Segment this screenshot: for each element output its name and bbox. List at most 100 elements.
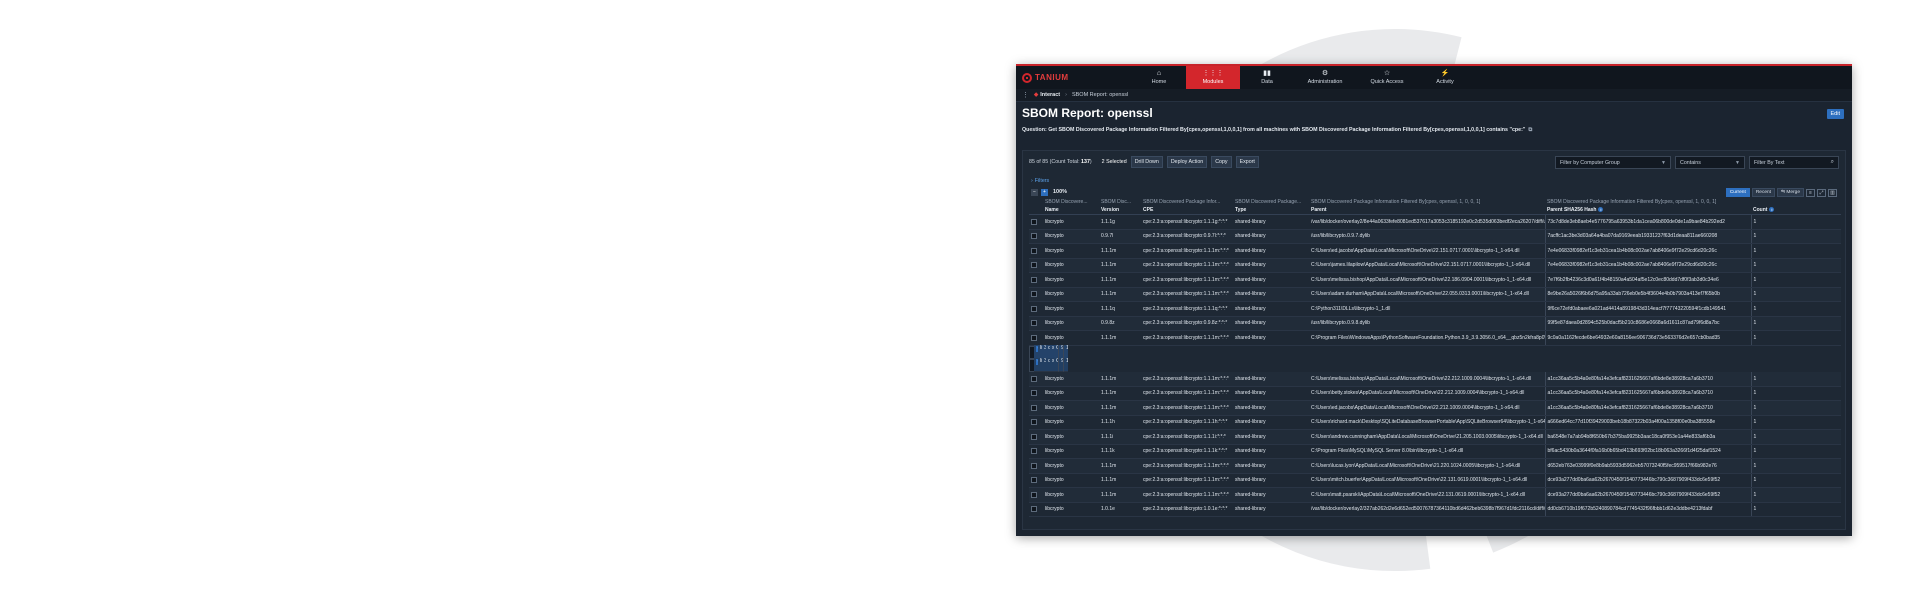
table-row[interactable]: libcrypto 1.1.1m cpe:2.3:a:openssl:libcryp… <box>1029 330 1841 346</box>
info-icon[interactable]: i <box>1598 207 1604 212</box>
copy-button[interactable]: Copy <box>1211 156 1232 168</box>
merge-button[interactable]: ⇋ Merge <box>1777 188 1804 197</box>
table-row[interactable]: libcrypto 1.1.1i cpe:2.3:a:openssl:libcryp… <box>1029 429 1841 445</box>
column-header-parent-hash[interactable]: Parent SHA256 Hash i <box>1545 206 1751 215</box>
breadcrumb-module[interactable]: ◆ Interact <box>1034 92 1060 98</box>
match-mode-select[interactable]: Contains ▼ <box>1675 156 1745 169</box>
row-checkbox[interactable] <box>1031 491 1037 498</box>
filters-toggle[interactable]: › Filters <box>1023 175 1845 186</box>
cell-name: libcrypto <box>1043 316 1099 331</box>
zoom-in-icon[interactable]: + <box>1041 188 1048 196</box>
table-row[interactable]: libcrypto 1.1.1m cpe:2.3:a:openssl:libcryp… <box>1029 243 1841 259</box>
group-header: SBOM Disc... <box>1101 199 1132 205</box>
cell-count: 1 <box>1750 487 1841 503</box>
current-toggle[interactable]: Current <box>1725 188 1750 197</box>
nav-home[interactable]: ⌂ Home <box>1132 66 1186 89</box>
list-view-icon[interactable]: ≡ <box>1806 188 1815 197</box>
cell-name: libcrypto <box>1043 272 1099 288</box>
nav-modules[interactable]: ⋮⋮⋮ Modules <box>1186 66 1240 89</box>
row-checkbox[interactable] <box>1031 247 1037 254</box>
row-checkbox[interactable] <box>1031 291 1037 298</box>
column-header-cpe[interactable]: CPE <box>1141 206 1233 215</box>
search-icon: ⌕ <box>1830 159 1834 165</box>
zoom-out-icon[interactable]: − <box>1031 188 1038 196</box>
more-menu-icon[interactable]: ⋮ <box>1022 91 1029 99</box>
row-checkbox[interactable] <box>1031 218 1037 225</box>
recent-toggle[interactable]: Recent <box>1751 188 1776 197</box>
table-row[interactable]: libcrypto 1.1.1m cpe:2.3:a:openssl:libcryp… <box>1029 400 1841 416</box>
cell-parent: C:\Users\adam.durham\AppData\Local\Micro… <box>1309 287 1545 302</box>
cell-version: 1.1.1g <box>1099 214 1141 230</box>
row-checkbox[interactable] <box>1031 375 1037 382</box>
expand-icon[interactable]: ⤢ <box>1817 188 1826 197</box>
cell-name: libcrypto <box>1043 287 1099 302</box>
row-checkbox[interactable] <box>1031 477 1037 484</box>
column-header-count-label: Count <box>1753 207 1768 213</box>
table-row[interactable]: libcrypto 1.1.1m cpe:2.3:a:openssl:libcryp… <box>1029 287 1841 302</box>
row-checkbox[interactable] <box>1031 419 1037 426</box>
table-row[interactable]: libcrypto 0.9.7l cpe:2.3:a:openssl:libcryp… <box>1029 229 1841 244</box>
cell-type: shared-library <box>1233 243 1309 259</box>
table-row[interactable]: libcrypto 1.1.1k cpe:2.3:a:openssl:libcryp… <box>1029 444 1841 459</box>
filter-text-input[interactable]: Filter By Text ⌕ <box>1749 156 1839 169</box>
row-checkbox-cell <box>1029 458 1043 474</box>
table-row[interactable]: libcrypto 1.1.1m cpe:2.3:a:openssl:libcryp… <box>1029 272 1841 288</box>
nav-administration[interactable]: ⚙ Administration <box>1294 66 1356 89</box>
row-checkbox[interactable] <box>1031 320 1037 327</box>
title-row: SBOM Report: openssl Edit <box>1016 102 1852 124</box>
table-row[interactable]: libcrypto3.0.5cpe:2.3:a:openssl:libcrypt… <box>1029 344 1068 360</box>
nav-quick-access[interactable]: ☆ Quick Access <box>1356 66 1418 89</box>
row-checkbox[interactable] <box>1031 448 1037 455</box>
cell-name: libcrypto <box>1043 400 1099 416</box>
copy-icon[interactable]: ⧉ <box>1528 127 1532 133</box>
row-checkbox[interactable] <box>1036 358 1038 365</box>
chevron-down-icon: ▼ <box>1661 159 1666 166</box>
row-checkbox[interactable] <box>1031 233 1037 240</box>
table-row[interactable]: libcrypto 1.1.1m cpe:2.3:a:openssl:libcryp… <box>1029 258 1841 273</box>
row-checkbox[interactable] <box>1031 305 1037 312</box>
computer-group-select[interactable]: Filter by Computer Group ▼ <box>1555 156 1671 169</box>
table-row[interactable]: libcrypto3.0.5cpe:2.3:a:openssl:libcrypt… <box>1029 357 1068 373</box>
edit-button[interactable]: Edit <box>1826 109 1844 119</box>
cell-cpe: cpe:2.3:a:openssl:libcrypto:1.1.1m:*:*:* <box>1141 487 1233 503</box>
table-row[interactable]: libcrypto 1.0.1e cpe:2.3:a:openssl:libcryp… <box>1029 502 1841 517</box>
column-header-type[interactable]: Type <box>1233 206 1309 215</box>
table-row[interactable]: libcrypto 1.1.1m cpe:2.3:a:openssl:libcryp… <box>1029 386 1841 401</box>
select-all-header[interactable] <box>1029 206 1043 215</box>
row-checkbox[interactable] <box>1031 433 1037 440</box>
row-checkbox[interactable] <box>1031 276 1037 283</box>
columns-icon[interactable]: ▥ <box>1828 188 1837 197</box>
column-header-count[interactable]: Count i <box>1751 206 1841 215</box>
table-row[interactable]: libcrypto 1.1.1g cpe:2.3:a:openssl:libcryp… <box>1029 214 1841 230</box>
row-checkbox[interactable] <box>1031 390 1037 397</box>
column-header-parent[interactable]: Parent <box>1309 206 1545 215</box>
export-button[interactable]: Export <box>1235 156 1259 168</box>
nav-activity[interactable]: ⚡ Activity <box>1418 66 1472 89</box>
column-header-version[interactable]: Version <box>1099 206 1141 215</box>
table-row[interactable]: libcrypto 1.1.1m cpe:2.3:a:openssl:libcryp… <box>1029 371 1841 387</box>
row-checkbox[interactable] <box>1031 506 1037 513</box>
table-row[interactable]: libcrypto 0.9.8z cpe:2.3:a:openssl:libcryp… <box>1029 316 1841 331</box>
row-checkbox[interactable] <box>1031 262 1037 269</box>
cell-parent-hash: 7e7f6b2fb4236c3d0a61f4b48150a4a504af5e12… <box>1544 272 1751 288</box>
tanium-logo[interactable]: TANIUM <box>1016 66 1106 89</box>
cell-parent-hash: d652eb763e03999f0e8b9ab5933d5962eb570732… <box>1544 458 1751 474</box>
row-checkbox[interactable] <box>1031 462 1037 469</box>
nav-data[interactable]: ▮▮ Data <box>1240 66 1294 89</box>
row-checkbox[interactable] <box>1036 345 1038 352</box>
row-checkbox-cell <box>1029 487 1043 503</box>
table-row[interactable]: libcrypto 1.1.1m cpe:2.3:a:openssl:libcryp… <box>1029 473 1841 488</box>
table-row[interactable]: libcrypto 1.1.1h cpe:2.3:a:openssl:libcryp… <box>1029 415 1841 430</box>
gear-icon: ⚙ <box>1321 70 1329 77</box>
row-checkbox[interactable] <box>1031 334 1037 341</box>
info-icon[interactable]: i <box>1769 207 1775 212</box>
deploy-action-button[interactable]: Deploy Action <box>1166 156 1208 168</box>
cell-parent: C:\Users\richard.mack\Desktop\SQLiteData… <box>1309 415 1545 430</box>
row-checkbox[interactable] <box>1031 404 1037 411</box>
table-row[interactable]: libcrypto 1.1.1m cpe:2.3:a:openssl:libcryp… <box>1029 487 1841 503</box>
result-count-total: 137 <box>1081 159 1090 165</box>
drill-down-button[interactable]: Drill Down <box>1130 156 1163 168</box>
table-row[interactable]: libcrypto 1.1.1q cpe:2.3:a:openssl:libcryp… <box>1029 301 1841 317</box>
column-header-name[interactable]: Name <box>1043 206 1099 215</box>
table-row[interactable]: libcrypto 1.1.1m cpe:2.3:a:openssl:libcryp… <box>1029 458 1841 474</box>
